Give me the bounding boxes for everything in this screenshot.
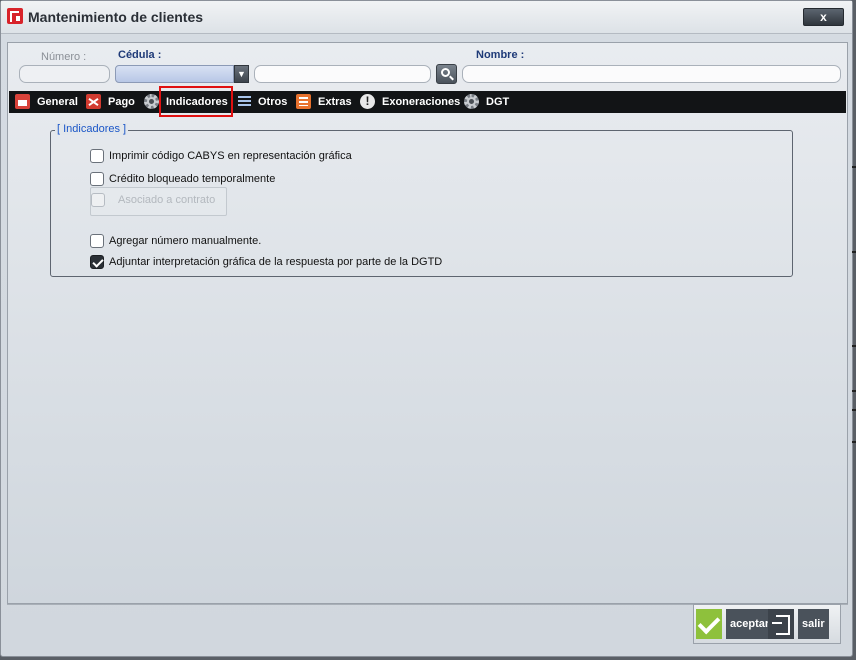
indicadores-group: [ Indicadores ] Imprimir código CABYS en… [50,123,793,277]
tab-otros[interactable]: Otros [237,91,289,113]
numero-field[interactable] [19,65,110,83]
background-mark [852,251,856,253]
tab-general[interactable]: General [15,91,78,113]
list-icon [296,94,311,109]
gear-icon [464,94,479,109]
tab-extras[interactable]: Extras [296,91,352,113]
option-label: Imprimir código CABYS en representación … [109,150,352,162]
app-logo-icon [7,8,23,24]
nombre-label: Nombre : [476,49,525,61]
background-mark [852,441,856,443]
numero-label: Número : [41,51,87,63]
client-maintenance-window: Mantenimiento de clientes x Número : Céd… [0,0,853,657]
option-label: Crédito bloqueado temporalmente [109,173,276,185]
tab-exoneraciones[interactable]: Exoneraciones [360,90,460,113]
shuffle-icon [86,94,101,109]
group-title: [ Indicadores ] [55,123,129,135]
checkbox-checked[interactable] [90,255,104,269]
chevron-down-icon[interactable]: ▼ [234,65,249,83]
checkmark-icon [696,609,722,639]
tab-indicadores[interactable]: Indicadores [144,91,228,113]
cedula-type-select[interactable] [115,65,234,83]
background-mark [852,345,856,347]
checkbox[interactable] [90,234,104,248]
cedula-label: Cédula : [118,49,162,61]
checkbox[interactable] [90,149,104,163]
main-panel: Número : Cédula : ▼ Nombre : General Pag… [7,42,848,604]
search-button[interactable] [436,64,457,84]
tab-bar: General Pago Indicadores Otros Extras Ex… [9,90,846,113]
list-icon [237,94,252,109]
cedula-field[interactable] [254,65,431,83]
accept-button[interactable]: aceptar [696,609,774,639]
exit-icon [768,609,794,639]
footer-buttons: aceptar salir [693,604,841,644]
tab-pago[interactable]: Pago [86,91,136,113]
gear-icon [144,94,159,109]
checkbox [91,193,105,207]
exit-button[interactable]: salir [768,609,838,639]
store-icon [15,94,30,109]
option-label: Agregar número manualmente. [109,235,262,247]
background-mark [852,166,856,168]
nombre-field[interactable] [462,65,841,83]
option-label: Asociado a contrato [118,194,216,206]
option-label: Adjuntar interpretación gráfica de la re… [109,256,443,268]
background-mark [852,390,856,392]
tab-dgt[interactable]: DGT [464,91,510,113]
title-bar[interactable]: Mantenimiento de clientes x [1,1,852,34]
window-title: Mantenimiento de clientes [28,9,204,25]
close-button[interactable]: x [803,8,844,26]
info-icon [360,90,375,112]
checkbox[interactable] [90,172,104,186]
background-mark [852,409,856,411]
